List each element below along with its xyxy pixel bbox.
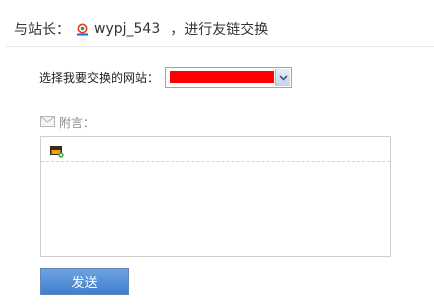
send-button[interactable]: 发送 (40, 268, 129, 295)
mail-icon (40, 115, 55, 130)
site-logo-icon (76, 23, 89, 36)
site-select[interactable] (165, 67, 293, 88)
header-suffix: ，进行友链交换 (170, 22, 269, 38)
editor-toolbar (41, 137, 390, 162)
message-editor (40, 136, 391, 257)
message-textarea[interactable] (41, 162, 390, 256)
divider (6, 46, 434, 47)
header-prefix: 与站长： (14, 22, 70, 38)
insert-image-icon[interactable] (50, 143, 64, 162)
header: 与站长： wypj_543 ，进行友链交换 (14, 18, 268, 40)
chevron-down-icon[interactable] (275, 69, 291, 86)
message-label-row: 附言： (40, 114, 95, 131)
selected-site-value (170, 71, 275, 83)
site-select-label: 选择我要交换的网站： (39, 71, 160, 85)
username-link[interactable]: wypj_543 (94, 21, 160, 37)
site-select-row: 选择我要交换的网站： (39, 67, 293, 88)
message-label: 附言： (59, 116, 96, 130)
